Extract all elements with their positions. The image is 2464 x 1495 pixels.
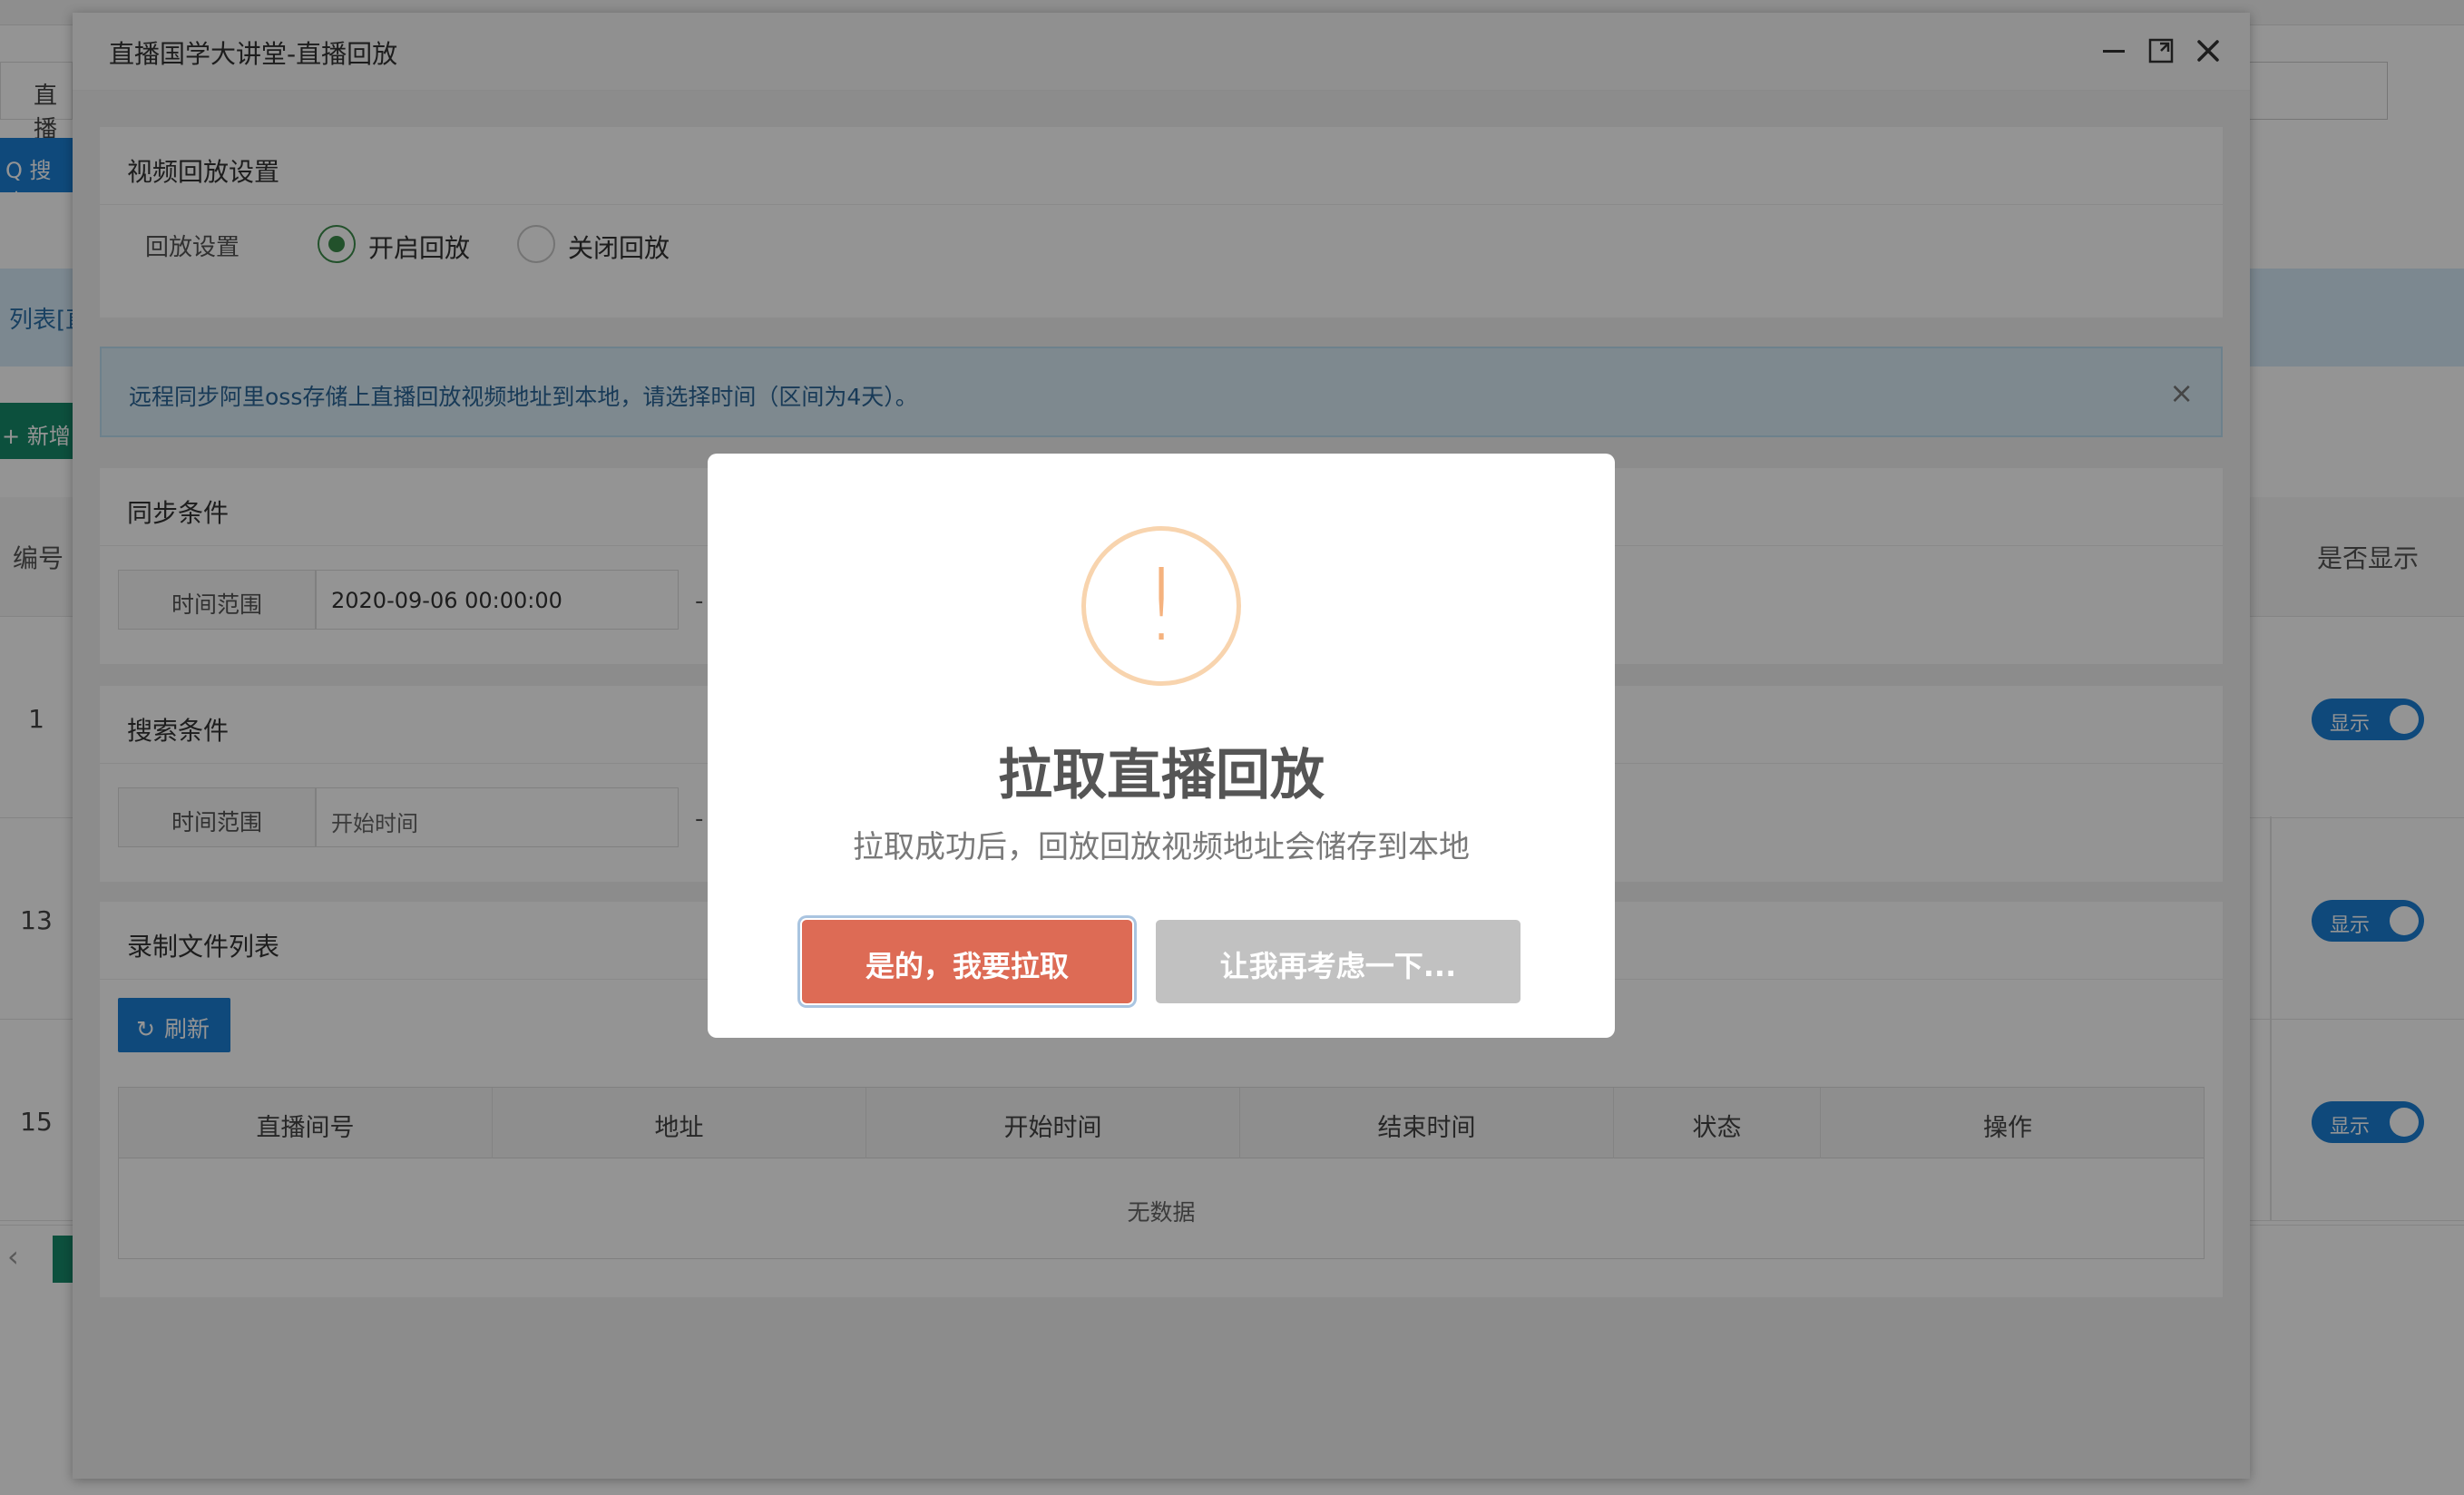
cancel-button[interactable]: 让我再考虑一下...	[1156, 920, 1520, 1003]
exclamation-icon: !	[1081, 526, 1241, 686]
confirm-pull-button[interactable]: 是的，我要拉取	[802, 920, 1132, 1003]
confirm-dialog: ! 拉取直播回放 拉取成功后，回放回放视频地址会储存到本地 是的，我要拉取 让我…	[708, 454, 1615, 1038]
exclamation-glyph: !	[1140, 547, 1182, 663]
dialog-message: 拉取成功后，回放回放视频地址会储存到本地	[853, 829, 1470, 865]
dialog-title: 拉取直播回放	[998, 744, 1325, 807]
